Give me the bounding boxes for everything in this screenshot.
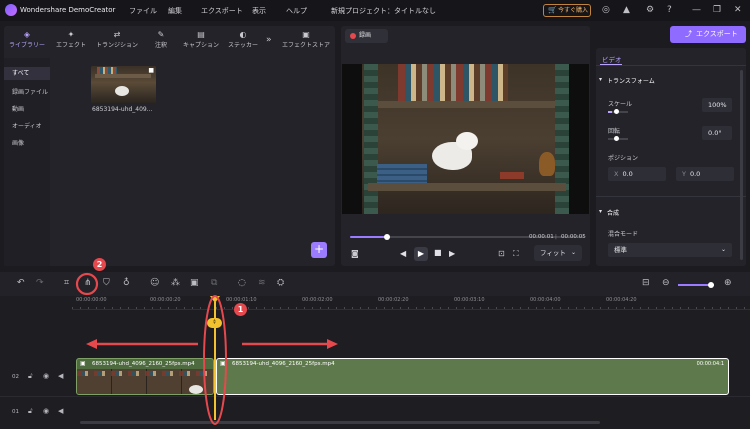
annotation-arrowhead-left [86,339,97,349]
annotation-overlay [75,272,338,425]
annotation-badge-1: 1 [234,303,247,316]
annotation-badge-2: 2 [93,258,106,271]
annotation-arrowhead-right [327,339,338,349]
annotation-ellipse-split [75,272,99,296]
annotation-ellipse-playhead [203,295,227,425]
